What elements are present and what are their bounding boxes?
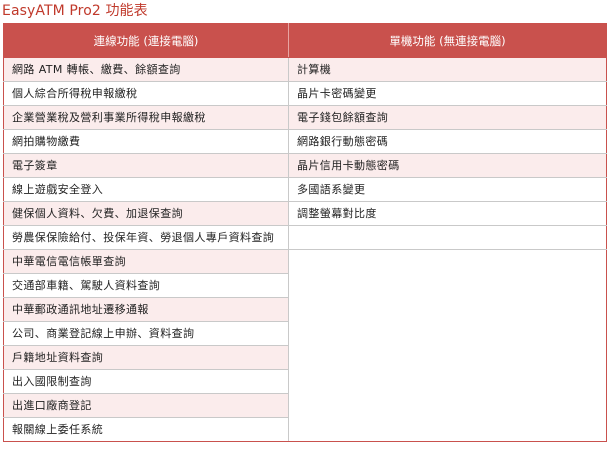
online-feature-cell: 中華郵政通訊地址遷移通報 bbox=[3, 297, 289, 322]
online-feature-cell: 企業營業稅及營利事業所得稅申報繳稅 bbox=[3, 105, 289, 130]
online-feature-cell: 公司、商業登記線上申辦、資料查詢 bbox=[3, 321, 289, 346]
empty-cell bbox=[288, 273, 607, 298]
table-row: 戶籍地址資料查詢 bbox=[3, 345, 607, 370]
online-feature-cell: 勞農保保險給付、投保年資、勞退個人專戶資料查詢 bbox=[3, 225, 289, 250]
table-row: 出進口廠商登記 bbox=[3, 393, 607, 418]
table-row: 交通部車籍、駕駛人資料查詢 bbox=[3, 273, 607, 298]
table-row: 勞農保保險給付、投保年資、勞退個人專戶資料查詢 bbox=[3, 225, 607, 250]
online-feature-cell: 電子簽章 bbox=[3, 153, 289, 178]
empty-cell bbox=[288, 369, 607, 394]
offline-feature-cell: 調整螢幕對比度 bbox=[288, 201, 607, 226]
online-feature-cell: 個人綜合所得稅申報繳稅 bbox=[3, 81, 289, 106]
page-title: EasyATM Pro2 功能表 bbox=[2, 3, 148, 19]
header-offline-features: 單機功能 (無連接電腦) bbox=[288, 23, 607, 58]
header-online-features: 連線功能 (連接電腦) bbox=[3, 23, 289, 58]
online-feature-cell: 線上遊戲安全登入 bbox=[3, 177, 289, 202]
online-feature-cell: 健保個人資料、欠費、加退保查詢 bbox=[3, 201, 289, 226]
table-row: 健保個人資料、欠費、加退保查詢 調整螢幕對比度 bbox=[3, 201, 607, 226]
offline-feature-cell: 網路銀行動態密碼 bbox=[288, 129, 607, 154]
online-feature-cell: 出進口廠商登記 bbox=[3, 393, 289, 418]
empty-cell bbox=[288, 417, 607, 442]
offline-feature-cell: 晶片卡密碼變更 bbox=[288, 81, 607, 106]
offline-feature-cell: 晶片信用卡動態密碼 bbox=[288, 153, 607, 178]
feature-table: 連線功能 (連接電腦) 單機功能 (無連接電腦) 網路 ATM 轉帳、繳費、餘額… bbox=[3, 23, 607, 442]
online-feature-cell: 中華電信電信帳單查詢 bbox=[3, 249, 289, 274]
table-row: 線上遊戲安全登入 多國語系變更 bbox=[3, 177, 607, 202]
online-feature-cell: 戶籍地址資料查詢 bbox=[3, 345, 289, 370]
online-feature-cell: 交通部車籍、駕駛人資料查詢 bbox=[3, 273, 289, 298]
offline-feature-cell: 計算機 bbox=[288, 57, 607, 82]
online-feature-cell: 網拍購物繳費 bbox=[3, 129, 289, 154]
offline-feature-cell: 電子錢包餘額查詢 bbox=[288, 105, 607, 130]
empty-cell bbox=[288, 321, 607, 346]
table-row: 網路 ATM 轉帳、繳費、餘額查詢 計算機 bbox=[3, 57, 607, 82]
table-row: 中華郵政通訊地址遷移通報 bbox=[3, 297, 607, 322]
offline-feature-cell bbox=[288, 225, 607, 250]
table-row: 公司、商業登記線上申辦、資料查詢 bbox=[3, 321, 607, 346]
table-row: 企業營業稅及營利事業所得稅申報繳稅 電子錢包餘額查詢 bbox=[3, 105, 607, 130]
table-row: 個人綜合所得稅申報繳稅 晶片卡密碼變更 bbox=[3, 81, 607, 106]
table-header-row: 連線功能 (連接電腦) 單機功能 (無連接電腦) bbox=[3, 23, 607, 58]
table-row: 出入國限制查詢 bbox=[3, 369, 607, 394]
empty-cell bbox=[288, 345, 607, 370]
online-feature-cell: 網路 ATM 轉帳、繳費、餘額查詢 bbox=[3, 57, 289, 82]
empty-cell bbox=[288, 249, 607, 274]
table-row: 中華電信電信帳單查詢 bbox=[3, 249, 607, 274]
table-row: 網拍購物繳費 網路銀行動態密碼 bbox=[3, 129, 607, 154]
empty-cell bbox=[288, 297, 607, 322]
table-row: 報關線上委任系統 bbox=[3, 417, 607, 442]
table-row: 電子簽章 晶片信用卡動態密碼 bbox=[3, 153, 607, 178]
online-feature-cell: 報關線上委任系統 bbox=[3, 417, 289, 442]
empty-cell bbox=[288, 393, 607, 418]
offline-feature-cell: 多國語系變更 bbox=[288, 177, 607, 202]
online-feature-cell: 出入國限制查詢 bbox=[3, 369, 289, 394]
